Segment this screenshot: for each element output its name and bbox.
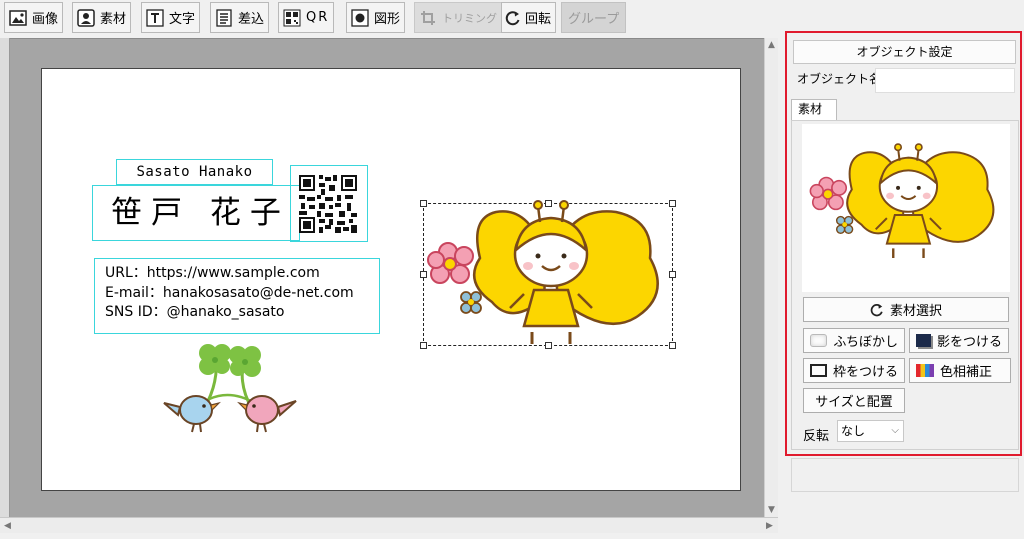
blur-icon <box>810 334 828 347</box>
trimming-button[interactable]: トリミング <box>414 2 502 33</box>
flip-select[interactable]: なし ⌵ <box>837 420 904 442</box>
color-palette-icon <box>916 364 934 377</box>
group-label: グループ <box>568 12 620 27</box>
material-button[interactable]: 素材 <box>72 2 132 33</box>
rotate-button[interactable]: 回転 <box>501 2 557 33</box>
app-window: 画像 素材 文字 差込 QR 図形 トリミング 回転 グループ ▲ ▼ ◀ ▶ … <box>0 0 1024 539</box>
bee-preview-image <box>809 143 995 258</box>
blur-edge-button[interactable]: ふちぼかし <box>803 328 905 353</box>
size-layout-button[interactable]: サイズと配置 <box>803 388 905 413</box>
qr-code-icon <box>299 175 357 233</box>
size-layout-label: サイズと配置 <box>815 395 893 410</box>
image-label: 画像 <box>32 12 59 27</box>
bee-illustration <box>427 200 659 344</box>
merge-button[interactable]: 差込 <box>210 2 270 33</box>
chevron-down-icon: ⌵ <box>891 425 899 436</box>
text-icon <box>145 8 165 28</box>
qr-icon <box>282 8 302 28</box>
frame-icon <box>810 364 827 377</box>
qr-code-object[interactable] <box>290 165 368 242</box>
hue-correction-label: 色相補正 <box>940 365 993 380</box>
lower-panel-area <box>791 458 1019 492</box>
contact-info-textbox[interactable]: URL：https://www.sample.com E-mail：hanako… <box>94 258 380 334</box>
shape-button[interactable]: 図形 <box>346 2 406 33</box>
flip-label: 反転 <box>803 429 830 444</box>
object-settings-title: オブジェクト設定 <box>793 40 1016 64</box>
info-email: E-mail：hanakosasato@de-net.com <box>105 284 354 301</box>
rotate-label: 回転 <box>525 12 552 27</box>
shadow-icon <box>916 334 931 347</box>
object-name-input[interactable] <box>875 68 1015 93</box>
image-icon <box>8 8 28 28</box>
text-label: 文字 <box>169 12 196 27</box>
refresh-icon <box>870 303 884 317</box>
scroll-right-icon[interactable]: ▶ <box>766 521 773 531</box>
shadow-button[interactable]: 影をつける <box>909 328 1009 353</box>
vertical-scrollbar[interactable]: ▲ ▼ <box>764 38 778 517</box>
blur-label: ふちぼかし <box>833 335 898 350</box>
material-label: 素材 <box>100 12 127 27</box>
qr-button[interactable]: QR <box>278 2 335 33</box>
group-button[interactable]: グループ <box>561 2 627 33</box>
crop-icon <box>418 8 438 28</box>
toolbar: 画像 素材 文字 差込 QR 図形 トリミング 回転 グループ <box>0 0 782 36</box>
trimming-label: トリミング <box>442 11 497 25</box>
clover-birds-illustration[interactable] <box>156 339 304 439</box>
select-material-label: 素材選択 <box>889 304 942 319</box>
text-button[interactable]: 文字 <box>141 2 201 33</box>
image-button[interactable]: 画像 <box>4 2 64 33</box>
horizontal-scrollbar[interactable]: ◀ ▶ <box>0 517 778 533</box>
frame-label: 枠をつける <box>832 365 898 380</box>
scroll-down-icon[interactable]: ▼ <box>768 505 775 515</box>
info-sns: SNS ID：@hanako_sasato <box>105 304 285 320</box>
qr-label: QR <box>306 10 330 25</box>
scroll-left-icon[interactable]: ◀ <box>4 521 11 531</box>
shape-label: 図形 <box>374 12 401 27</box>
flip-value: なし <box>841 424 866 438</box>
material-icon <box>76 8 96 28</box>
merge-label: 差込 <box>238 12 265 27</box>
name-japanese-textbox[interactable]: 笹戸 花子 <box>92 185 300 241</box>
hue-correction-button[interactable]: 色相補正 <box>909 358 1011 383</box>
name-english-textbox[interactable]: Sasato Hanako <box>116 159 273 185</box>
object-name-label: オブジェクト名 <box>797 72 882 86</box>
frame-button[interactable]: 枠をつける <box>803 358 905 383</box>
rotate-icon <box>505 8 521 28</box>
tab-material[interactable]: 素材 <box>791 99 837 120</box>
select-material-button[interactable]: 素材選択 <box>803 297 1009 322</box>
document-icon <box>214 8 234 28</box>
left-ruler <box>0 38 10 517</box>
shape-icon <box>350 8 370 28</box>
info-url: URL：https://www.sample.com <box>105 265 320 281</box>
shadow-label: 影をつける <box>936 335 1002 350</box>
scroll-up-icon[interactable]: ▲ <box>768 40 775 50</box>
